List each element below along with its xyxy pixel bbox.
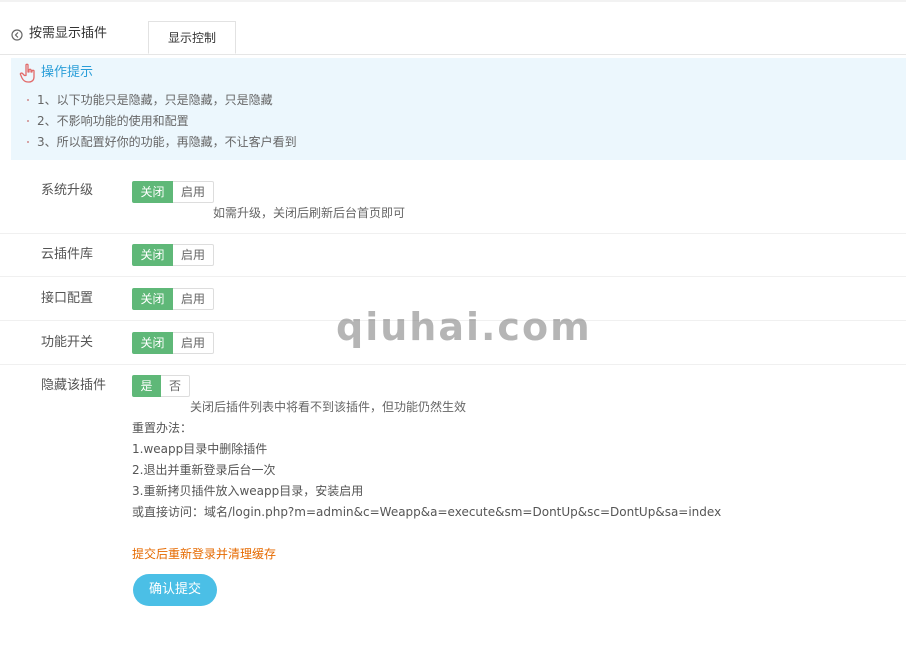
reset-line: 1.weapp目录中删除插件 (132, 442, 268, 456)
toggle-system-upgrade: 关闭 启用 (132, 181, 214, 203)
toggle-off-option[interactable]: 关闭 (132, 181, 173, 203)
top-border (0, 0, 906, 2)
tab-display-control[interactable]: 显示控制 (148, 21, 236, 54)
row-cloud-plugins: 云插件库 关闭 启用 (0, 234, 906, 277)
tip-text: 1、以下功能只是隐藏，只是隐藏，只是隐藏 (37, 93, 273, 107)
reset-instructions: 重置办法： 1.weapp目录中删除插件 2.退出并重新登录后台一次 3.重新拷… (132, 418, 721, 523)
reset-line: 3.重新拷贝插件放入weapp目录，安装启用 (132, 484, 364, 498)
toggle-on-option[interactable]: 启用 (173, 332, 214, 354)
toggle-off-option[interactable]: 关闭 (132, 332, 173, 354)
row-label: 接口配置 (41, 291, 94, 306)
row-system-upgrade: 系统升级 关闭 启用 如需升级，关闭后刷新后台首页即可 (0, 181, 906, 234)
toggle-yes-option[interactable]: 是 (132, 375, 161, 397)
page-header: 按需显示插件 显示控制 (0, 20, 906, 55)
page-title: 按需显示插件 (29, 26, 108, 41)
row-label: 功能开关 (41, 335, 94, 350)
toggle-off-option[interactable]: 关闭 (132, 244, 173, 266)
submit-button[interactable]: 确认提交 (133, 574, 217, 606)
toggle-feature-switch: 关闭 启用 (132, 332, 214, 354)
row-label: 云插件库 (41, 247, 94, 262)
tips-panel: 操作提示 1、以下功能只是隐藏，只是隐藏，只是隐藏 2、不影响功能的使用和配置 … (11, 58, 906, 160)
toggle-no-option[interactable]: 否 (161, 375, 190, 397)
toggle-cloud-plugins: 关闭 启用 (132, 244, 214, 266)
bullet-dot (27, 141, 29, 143)
reset-line: 2.退出并重新登录后台一次 (132, 463, 276, 477)
warning-text: 提交后重新登录并清理缓存 (132, 547, 277, 561)
toggle-hide-plugin: 是 否 (132, 375, 190, 397)
toggle-api-config: 关闭 启用 (132, 288, 214, 310)
tip-item: 2、不影响功能的使用和配置 (11, 112, 297, 133)
reset-line: 重置办法： (132, 421, 193, 435)
toggle-on-option[interactable]: 启用 (173, 288, 214, 310)
back-arrow-icon[interactable] (11, 29, 25, 43)
row-hint: 关闭后插件列表中将看不到该插件，但功能仍然生效 (190, 400, 467, 414)
watermark: qiuhai.com (336, 305, 592, 349)
tips-title: 操作提示 (41, 65, 94, 80)
bullet-dot (27, 120, 29, 122)
tip-item: 3、所以配置好你的功能，再隐藏，不让客户看到 (11, 133, 297, 154)
tips-list: 1、以下功能只是隐藏，只是隐藏，只是隐藏 2、不影响功能的使用和配置 3、所以配… (11, 91, 297, 154)
pointer-hand-icon (19, 63, 37, 83)
bullet-dot (27, 99, 29, 101)
row-hint: 如需升级，关闭后刷新后台首页即可 (213, 206, 406, 220)
toggle-on-option[interactable]: 启用 (173, 181, 214, 203)
tip-text: 2、不影响功能的使用和配置 (37, 114, 189, 128)
row-label: 隐藏该插件 (41, 378, 107, 393)
row-label: 系统升级 (41, 183, 94, 198)
toggle-on-option[interactable]: 启用 (173, 244, 214, 266)
tip-item: 1、以下功能只是隐藏，只是隐藏，只是隐藏 (11, 91, 297, 112)
toggle-off-option[interactable]: 关闭 (132, 288, 173, 310)
reset-line: 或直接访问：域名/login.php?m=admin&c=Weapp&a=exe… (132, 505, 722, 519)
tip-text: 3、所以配置好你的功能，再隐藏，不让客户看到 (37, 135, 297, 149)
